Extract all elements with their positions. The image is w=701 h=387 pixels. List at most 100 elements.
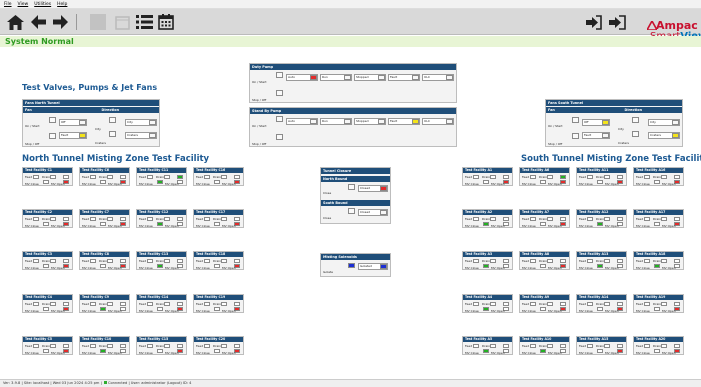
mv-close-label[interactable]: MV Close: [196, 266, 210, 270]
drain-button[interactable]: [50, 344, 56, 348]
feed-button[interactable]: [587, 217, 593, 221]
drain-button[interactable]: [490, 302, 496, 306]
feed-button[interactable]: [147, 217, 153, 221]
south-close-button[interactable]: [348, 208, 355, 214]
standby-pump-stop-button[interactable]: [276, 134, 283, 140]
drain-button[interactable]: [164, 217, 170, 221]
feed-button[interactable]: [90, 259, 96, 263]
mv-open-label[interactable]: MV Open: [108, 266, 122, 270]
menu-utilities[interactable]: Utilities: [34, 2, 51, 7]
mv-close-label[interactable]: MV Close: [139, 182, 153, 186]
menu-file[interactable]: File: [4, 2, 12, 7]
calendar-icon[interactable]: [157, 12, 175, 32]
drain-button[interactable]: [50, 259, 56, 263]
feed-button[interactable]: [530, 259, 536, 263]
feed-button[interactable]: [90, 175, 96, 179]
mv-close-label[interactable]: MV Close: [579, 266, 593, 270]
feed-button[interactable]: [644, 259, 650, 263]
drain-button[interactable]: [661, 344, 667, 348]
mv-close-label[interactable]: MV Close: [139, 309, 153, 313]
mv-open-label[interactable]: MV Open: [51, 351, 65, 355]
drain-button[interactable]: [107, 175, 113, 179]
feed-button[interactable]: [473, 217, 479, 221]
mv-open-label[interactable]: MV Open: [51, 309, 65, 313]
mv-open-label[interactable]: MV Open: [605, 266, 619, 270]
drain-button[interactable]: [661, 217, 667, 221]
feed-button[interactable]: [147, 175, 153, 179]
fan-south-start-button[interactable]: [572, 117, 579, 123]
drain-button[interactable]: [221, 175, 227, 179]
feed-button[interactable]: [530, 302, 536, 306]
mv-open-label[interactable]: MV Open: [491, 309, 505, 313]
north-close-button[interactable]: [348, 184, 355, 190]
drain-button[interactable]: [107, 344, 113, 348]
mv-close-label[interactable]: MV Close: [636, 309, 650, 313]
feed-button[interactable]: [587, 175, 593, 179]
feed-button[interactable]: [147, 344, 153, 348]
forward-icon[interactable]: [52, 12, 68, 32]
mv-open-label[interactable]: MV Open: [108, 182, 122, 186]
feed-button[interactable]: [587, 259, 593, 263]
mv-close-label[interactable]: MV Close: [522, 182, 536, 186]
feed-button[interactable]: [90, 302, 96, 306]
mv-open-label[interactable]: MV Open: [662, 224, 676, 228]
drain-button[interactable]: [547, 217, 553, 221]
feed-button[interactable]: [90, 217, 96, 221]
list-icon[interactable]: [135, 12, 153, 32]
mv-close-label[interactable]: MV Close: [82, 182, 96, 186]
mv-open-label[interactable]: MV Open: [548, 182, 562, 186]
mv-close-label[interactable]: MV Close: [579, 224, 593, 228]
status-user[interactable]: User: administrator (Logout) ID: 4: [131, 381, 192, 385]
dir-north-craters-button[interactable]: [109, 131, 116, 137]
mv-close-label[interactable]: MV Close: [25, 182, 39, 186]
drain-button[interactable]: [221, 259, 227, 263]
mv-close-label[interactable]: MV Close: [465, 224, 479, 228]
mv-close-label[interactable]: MV Close: [25, 309, 39, 313]
mv-close-label[interactable]: MV Close: [522, 266, 536, 270]
feed-button[interactable]: [33, 302, 39, 306]
feed-button[interactable]: [473, 175, 479, 179]
mv-close-label[interactable]: MV Close: [25, 351, 39, 355]
mv-open-label[interactable]: MV Open: [662, 266, 676, 270]
mv-close-label[interactable]: MV Close: [579, 182, 593, 186]
mv-close-label[interactable]: MV Close: [465, 182, 479, 186]
solenoid-isolate-button[interactable]: [348, 263, 355, 268]
mv-open-label[interactable]: MV Open: [662, 351, 676, 355]
mv-open-label[interactable]: MV Open: [51, 224, 65, 228]
menu-help[interactable]: Help: [57, 2, 67, 7]
feed-button[interactable]: [33, 259, 39, 263]
menu-view[interactable]: View: [18, 2, 29, 7]
drain-button[interactable]: [661, 302, 667, 306]
fan-north-stop-button[interactable]: [49, 133, 56, 139]
duty-pump-stop-button[interactable]: [276, 90, 283, 96]
feed-button[interactable]: [204, 259, 210, 263]
drain-button[interactable]: [547, 344, 553, 348]
feed-button[interactable]: [644, 175, 650, 179]
mv-open-label[interactable]: MV Open: [165, 266, 179, 270]
feed-button[interactable]: [204, 302, 210, 306]
mv-open-label[interactable]: MV Open: [51, 182, 65, 186]
drain-button[interactable]: [164, 259, 170, 263]
duty-pump-start-button[interactable]: [276, 72, 283, 78]
drain-button[interactable]: [604, 175, 610, 179]
drain-button[interactable]: [490, 217, 496, 221]
feed-button[interactable]: [473, 344, 479, 348]
mv-close-label[interactable]: MV Close: [82, 351, 96, 355]
mv-close-label[interactable]: MV Close: [139, 351, 153, 355]
feed-button[interactable]: [473, 259, 479, 263]
mv-open-label[interactable]: MV Open: [662, 182, 676, 186]
home-icon[interactable]: [6, 12, 24, 32]
drain-button[interactable]: [490, 259, 496, 263]
mv-close-label[interactable]: MV Close: [522, 351, 536, 355]
feed-button[interactable]: [33, 217, 39, 221]
mv-close-label[interactable]: MV Close: [636, 351, 650, 355]
feed-button[interactable]: [587, 344, 593, 348]
feed-button[interactable]: [530, 175, 536, 179]
mv-open-label[interactable]: MV Open: [662, 309, 676, 313]
feed-button[interactable]: [204, 344, 210, 348]
back-icon[interactable]: [30, 12, 46, 32]
mv-close-label[interactable]: MV Close: [636, 182, 650, 186]
mv-close-label[interactable]: MV Close: [196, 351, 210, 355]
drain-button[interactable]: [164, 302, 170, 306]
mv-open-label[interactable]: MV Open: [491, 224, 505, 228]
